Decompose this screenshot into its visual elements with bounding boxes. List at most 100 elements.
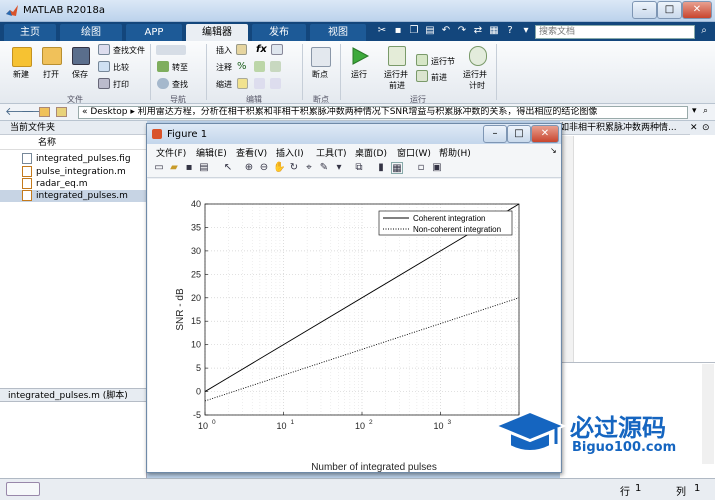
menu-dock-icon[interactable]: ↘ — [550, 146, 557, 155]
tab-home[interactable]: 主页 — [4, 24, 56, 41]
file-details-bar[interactable]: integrated_pulses.m (脚本) — [0, 388, 147, 402]
find-button[interactable]: 查找 — [172, 79, 188, 90]
zoom-in-icon[interactable]: ⊕ — [243, 162, 255, 174]
menu-edit[interactable]: 编辑(E) — [196, 146, 227, 159]
m-file-icon — [22, 190, 32, 201]
maximize-button[interactable]: □ — [657, 1, 682, 19]
command-window-scrollbar[interactable] — [702, 364, 714, 464]
menu-tools[interactable]: 工具(T) — [316, 146, 347, 159]
figure-close-button[interactable]: ✕ — [531, 125, 559, 143]
quick-access-save-icon[interactable]: ▪ — [392, 25, 404, 37]
comment-percent-icon[interactable]: % — [237, 61, 247, 72]
menu-insert[interactable]: 插入(I) — [276, 146, 304, 159]
y-tick-label: 5 — [196, 363, 201, 373]
new-button[interactable]: 新建 — [13, 69, 29, 80]
quick-access-switch-icon[interactable]: ⇄ — [472, 25, 484, 37]
tab-editor[interactable]: 编辑器 — [186, 24, 248, 41]
menu-file[interactable]: 文件(F) — [156, 146, 186, 159]
data-cursor-icon[interactable]: ⌖ — [303, 162, 315, 174]
title-bar: MATLAB R2018a – □ ✕ — [0, 0, 715, 22]
editor-close-icon[interactable]: ✕ — [690, 121, 702, 135]
quick-access-dropdown-icon[interactable]: ▾ — [520, 25, 532, 37]
quick-access-copy-icon[interactable]: ❐ — [408, 25, 420, 37]
link-plot-icon[interactable]: ⧉ — [353, 162, 365, 174]
quick-access-undo-icon[interactable]: ↶ — [440, 25, 452, 37]
editor-toolstrip: 新建 打开 保存 查找文件 比较 打印 文件 转至 查找 导航 插入 fx 注释… — [0, 41, 715, 104]
open-button[interactable]: 打开 — [43, 69, 59, 80]
brush-dropdown-icon[interactable]: ▾ — [333, 162, 345, 174]
name-column-header[interactable]: 名称 — [0, 136, 147, 150]
tab-view[interactable]: 视图 — [310, 24, 366, 41]
open-file-icon[interactable]: ▰ — [168, 162, 180, 174]
brush-icon[interactable]: ✎ — [318, 162, 330, 174]
run-section-button[interactable]: 运行节 — [431, 56, 455, 67]
help-icon[interactable]: ? — [504, 25, 516, 37]
menu-view[interactable]: 查看(V) — [236, 146, 267, 159]
save-button[interactable]: 保存 — [72, 69, 88, 80]
m-file-icon — [22, 166, 32, 177]
tab-apps[interactable]: APP — [126, 24, 182, 41]
figure-maximize-button[interactable]: □ — [507, 125, 531, 143]
quick-access-doc-icon[interactable]: ▦ — [488, 25, 500, 37]
menu-window[interactable]: 窗口(W) — [397, 146, 431, 159]
colorbar-icon[interactable]: ▮ — [375, 162, 387, 174]
menu-help[interactable]: 帮助(H) — [439, 146, 471, 159]
find-files-button[interactable]: 查找文件 — [113, 45, 145, 56]
menu-desktop[interactable]: 桌面(D) — [355, 146, 387, 159]
legend-icon[interactable]: ▦ — [391, 162, 403, 174]
print-figure-icon[interactable]: ▤ — [198, 162, 210, 174]
uncomment-icon[interactable] — [254, 61, 265, 72]
indent-button[interactable]: 缩进 — [216, 79, 232, 90]
current-path-field[interactable]: « Desktop ▸ 利用雷达方程，分析在相干积累和非相干积累脉冲数两种情况下… — [78, 106, 688, 119]
figure-minimize-button[interactable]: – — [483, 125, 507, 143]
hide-plot-tools-icon[interactable]: ▫ — [415, 162, 427, 174]
quick-access-redo-icon[interactable]: ↷ — [456, 25, 468, 37]
comment-button[interactable]: 注释 — [216, 62, 232, 73]
path-dropdown-icon[interactable]: ▾ — [692, 106, 697, 116]
search-icon[interactable]: ⌕ — [698, 25, 710, 37]
y-tick-label: 40 — [191, 199, 201, 209]
quick-access-paste-icon[interactable]: ▤ — [424, 25, 436, 37]
new-figure-icon[interactable]: ▭ — [153, 162, 165, 174]
status-col-value: 1 — [694, 483, 701, 494]
tab-plots[interactable]: 绘图 — [60, 24, 122, 41]
fx-button[interactable]: fx — [256, 44, 267, 55]
run-and-time-button[interactable]: 运行并 — [463, 69, 487, 80]
editor-menu-icon[interactable]: ⊙ — [702, 121, 715, 135]
window-title: MATLAB R2018a — [23, 5, 106, 16]
minimize-button[interactable]: – — [632, 1, 657, 19]
breakpoints-button[interactable]: 断点 — [312, 69, 328, 80]
figure-title-bar: Figure 1 – □ ✕ — [147, 124, 561, 144]
x-tick-label: 10 — [433, 421, 443, 431]
advance-button[interactable]: 前进 — [431, 72, 447, 83]
wrap-comments-icon[interactable] — [270, 61, 281, 72]
pointer-icon[interactable]: ↖ — [222, 162, 234, 174]
run-and-advance-button[interactable]: 运行并 — [384, 69, 408, 80]
pan-hand-icon[interactable]: ✋ — [273, 162, 285, 174]
insert-button[interactable]: 插入 — [216, 45, 232, 56]
increase-indent-icon[interactable] — [254, 78, 265, 89]
tab-publish[interactable]: 发布 — [252, 24, 306, 41]
run-button[interactable]: 运行 — [351, 69, 367, 80]
rotate-3d-icon[interactable]: ↻ — [288, 162, 300, 174]
path-search-icon[interactable]: ⌕ — [703, 106, 708, 116]
smart-indent-icon[interactable] — [237, 78, 248, 89]
x-tick-label: 10 — [198, 421, 208, 431]
breakpoints-icon — [311, 47, 331, 67]
print-button[interactable]: 打印 — [113, 79, 129, 90]
up-folder-icon[interactable] — [39, 107, 50, 117]
save-figure-icon[interactable]: ▪ — [183, 162, 195, 174]
compare-button[interactable]: 比较 — [113, 62, 129, 73]
graduation-cap-icon — [493, 406, 567, 461]
zoom-out-icon[interactable]: ⊖ — [258, 162, 270, 174]
show-plot-tools-icon[interactable]: ▣ — [431, 162, 443, 174]
watermark-title: 必过源码 — [570, 414, 666, 442]
insert-function-icon — [271, 44, 283, 55]
search-documentation-input[interactable]: 搜索文档 — [535, 25, 695, 39]
quick-access-cut-icon[interactable]: ✂ — [376, 25, 388, 37]
address-bar: 🡐 🡒 « Desktop ▸ 利用雷达方程，分析在相干积累和非相干积累脉冲数两… — [0, 104, 715, 121]
decrease-indent-icon[interactable] — [270, 78, 281, 89]
browse-folder-icon[interactable] — [56, 107, 67, 117]
close-button[interactable]: ✕ — [682, 1, 712, 19]
goto-button[interactable]: 转至 — [172, 62, 188, 73]
